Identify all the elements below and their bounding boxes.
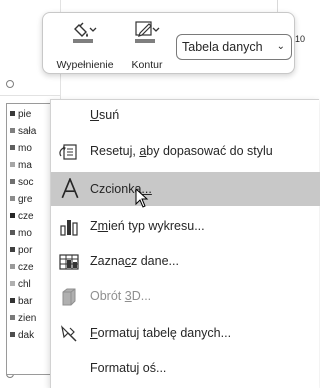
menu-item-reset-style[interactable]: Resetuj, aby dopasować do stylu [51, 137, 320, 166]
reset-style-icon [59, 144, 77, 160]
legend-swatch [10, 298, 15, 303]
format-table-icon [61, 325, 77, 342]
menu-item-select-data[interactable]: Zaznacz dane... [51, 247, 320, 276]
menu-item-font[interactable]: Czcionka... [51, 172, 320, 206]
font-icon [61, 178, 79, 199]
legend-swatch [10, 281, 15, 286]
legend-swatch [10, 196, 15, 201]
menu-item-label: Resetuj, aby dopasować do stylu [90, 144, 273, 158]
fill-label: Wypełnienie [56, 59, 114, 71]
outline-button[interactable]: Kontur [123, 15, 171, 73]
fill-button[interactable]: Wypełnienie [49, 15, 121, 73]
menu-item-3d-rotation: Obrót 3D... [51, 282, 320, 311]
menu-item-label: Zaznacz dane... [90, 254, 179, 268]
paint-bucket-icon [73, 22, 97, 43]
menu-item-label: Usuń [90, 108, 120, 122]
legend-swatch [10, 179, 15, 184]
menu-item-delete[interactable]: Usuń [51, 101, 320, 130]
chart-element-select-value: Tabela danych [182, 40, 263, 54]
legend-swatch [10, 264, 15, 269]
legend-swatch [10, 230, 15, 235]
chevron-down-icon: ⌄ [276, 41, 285, 52]
mini-toolbar: Wypełnienie Kontur Tabela danych ⌄ [42, 12, 295, 74]
outline-label: Kontur [131, 59, 163, 71]
legend-swatch [10, 315, 15, 320]
legend-swatch [10, 247, 15, 252]
legend-swatch [10, 145, 15, 150]
chart-element-select[interactable]: Tabela danych ⌄ [176, 34, 292, 60]
legend-swatch [10, 111, 15, 116]
legend-swatch [10, 162, 15, 167]
context-menu: Usuń Resetuj, aby dopasować do stylu Czc… [50, 99, 320, 388]
menu-item-label: Obrót 3D... [90, 289, 152, 303]
cell-value: 10 [295, 34, 306, 44]
menu-item-format-data-table[interactable]: Formatuj tabelę danych... [51, 319, 320, 348]
chart-resize-handle[interactable] [6, 80, 14, 88]
legend-swatch [10, 213, 15, 218]
gridline [0, 95, 60, 96]
menu-item-label: Formatuj tabelę danych... [90, 326, 232, 340]
mouse-pointer-icon [135, 188, 149, 208]
select-data-icon [59, 254, 79, 270]
menu-item-label: Zmień typ wykresu... [90, 219, 205, 233]
menu-item-format-axis[interactable]: Formatuj oś... [51, 354, 320, 383]
pen-outline-icon [135, 21, 160, 43]
rotation-3d-icon [62, 288, 76, 306]
legend-swatch [10, 332, 15, 337]
menu-item-label: Formatuj oś... [90, 361, 167, 375]
menu-item-change-chart-type[interactable]: Zmień typ wykresu... [51, 212, 320, 241]
chart-type-icon [60, 220, 78, 236]
legend-swatch [10, 128, 15, 133]
